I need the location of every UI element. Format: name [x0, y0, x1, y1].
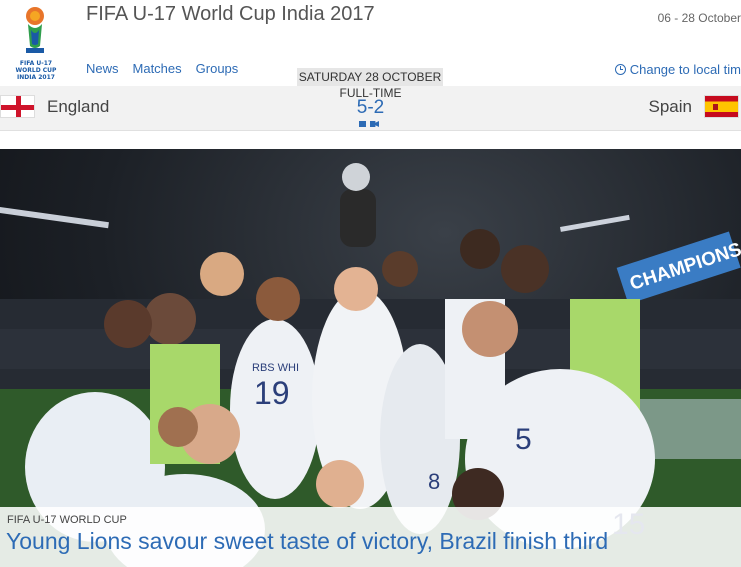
champions-banner: CHAMPIONS — [616, 231, 741, 305]
nav-news-link[interactable]: News — [86, 61, 119, 76]
nav-groups-link[interactable]: Groups — [196, 61, 239, 76]
match-date: SATURDAY 28 OCTOBER — [297, 68, 443, 86]
nav-matches-link[interactable]: Matches — [133, 61, 182, 76]
change-time-label: Change to local tim — [629, 62, 741, 77]
away-team-name: Spain — [648, 96, 692, 116]
report-icon[interactable] — [359, 121, 366, 127]
page-title: FIFA U-17 World Cup India 2017 — [86, 3, 375, 25]
tournament-dates: 06 - 28 October — [657, 11, 741, 25]
match-bar[interactable]: England FULL-TIME 5-2 Spain — [0, 86, 741, 131]
main-nav: News Matches Groups — [86, 61, 238, 76]
match-score[interactable]: 5-2 — [0, 97, 741, 119]
jersey-number: 5 — [515, 423, 532, 456]
story-kicker: FIFA U-17 WORLD CUP — [7, 514, 127, 526]
media-icons — [359, 121, 379, 127]
jersey-number: 19 — [254, 375, 290, 411]
celebration-photo: CHAMPIONS 19 RBS WHI 5 15 — [0, 163, 741, 567]
svg-text:RBS WHI: RBS WHI — [252, 362, 299, 374]
change-time-link[interactable]: Change to local tim — [614, 62, 741, 77]
clock-icon — [614, 64, 626, 75]
away-team[interactable]: Spain — [649, 95, 739, 118]
spain-flag-icon — [704, 95, 739, 118]
logo-text: FIFA U-17 WORLD CUP INDIA 2017 — [15, 60, 57, 81]
trophy-logo-icon — [26, 7, 44, 53]
hero-image[interactable]: CHAMPIONS 19 RBS WHI 5 15 — [0, 149, 741, 567]
video-icon[interactable] — [370, 121, 379, 127]
jersey-number: 8 — [428, 469, 440, 494]
story-caption[interactable]: FIFA U-17 WORLD CUP Young Lions savour s… — [0, 507, 741, 567]
story-headline-link[interactable]: Young Lions savour sweet taste of victor… — [6, 528, 608, 555]
stadium-lights-icon — [0, 207, 630, 232]
